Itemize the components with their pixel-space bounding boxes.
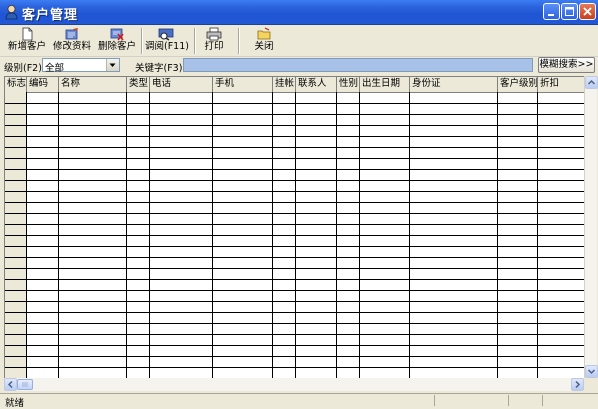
column-header[interactable]: 性别 <box>337 77 360 92</box>
column-header[interactable]: 联系人 <box>296 77 337 92</box>
level-select[interactable]: 全部 <box>42 58 120 74</box>
lookup-button[interactable]: 调阅(F11) <box>145 26 189 55</box>
table-row <box>5 312 584 313</box>
table-row <box>5 213 584 214</box>
close-window-button[interactable] <box>579 3 596 20</box>
chevron-left-icon <box>7 380 13 389</box>
scroll-down-button[interactable] <box>585 365 598 378</box>
table-row <box>5 147 584 148</box>
table-row <box>5 114 584 115</box>
close-label: 关闭 <box>254 41 274 52</box>
edit-icon <box>65 28 78 40</box>
status-bar: 就绪 <box>0 393 598 409</box>
close-icon <box>583 7 592 16</box>
table-row <box>5 125 584 126</box>
print-button[interactable]: 打印 <box>198 26 230 55</box>
new-document-icon <box>22 27 33 41</box>
table-row <box>5 323 584 324</box>
toolbar-separator <box>238 28 240 54</box>
column-header[interactable]: 名称 <box>59 77 127 92</box>
table-row <box>5 103 584 104</box>
column-header[interactable]: 标志 <box>5 77 27 92</box>
dropdown-arrow[interactable] <box>106 59 119 71</box>
user-icon <box>5 5 18 20</box>
table-row <box>5 268 584 269</box>
delete-customer-button[interactable]: 删除客户 <box>96 26 138 55</box>
scroll-left-button[interactable] <box>4 378 17 391</box>
chevron-down-icon <box>587 369 596 375</box>
customer-table[interactable]: 标志 编码 名称 类型 电话 手机 挂帐 联系人 性别 出生日期 身份证 客户级别 折扣 <box>4 76 584 378</box>
table-row <box>5 356 584 357</box>
close-button[interactable]: 关闭 <box>248 26 280 55</box>
lookup-label: 调阅(F11) <box>145 41 189 52</box>
delete-icon <box>110 28 124 41</box>
vertical-scrollbar[interactable] <box>584 76 598 378</box>
scrollbar-corner <box>584 378 597 391</box>
keyword-label: 关键字(F3) <box>135 63 183 74</box>
chevron-down-icon <box>109 63 116 67</box>
keyword-input[interactable] <box>183 58 533 72</box>
table-row <box>5 158 584 159</box>
table-row <box>5 136 584 137</box>
window-title: 客户管理 <box>22 8 79 23</box>
printer-icon <box>206 27 222 41</box>
table-row <box>5 257 584 258</box>
table-row <box>5 191 584 192</box>
lookup-icon <box>158 28 174 41</box>
chevron-up-icon <box>587 79 596 85</box>
delete-customer-label: 删除客户 <box>97 41 136 52</box>
level-select-value: 全部 <box>45 63 65 74</box>
scroll-thumb[interactable] <box>17 379 33 390</box>
column-header[interactable]: 折扣 <box>538 77 584 92</box>
column-header[interactable]: 挂帐 <box>273 77 296 92</box>
table-row <box>5 345 584 346</box>
level-label: 级别(F2) <box>4 63 42 74</box>
table-row <box>5 301 584 302</box>
column-header[interactable]: 身份证 <box>410 77 498 92</box>
table-row <box>5 334 584 335</box>
column-header[interactable]: 出生日期 <box>360 77 410 92</box>
minimize-button[interactable] <box>543 3 560 20</box>
table-row <box>5 235 584 236</box>
title-bar: 客户管理 <box>0 0 598 25</box>
table-row <box>5 224 584 225</box>
status-text: 就绪 <box>5 398 25 409</box>
maximize-icon <box>565 7 574 16</box>
table-row <box>5 367 584 368</box>
table-row <box>5 180 584 181</box>
maximize-button[interactable] <box>561 3 578 20</box>
table-row <box>5 202 584 203</box>
table-row <box>5 290 584 291</box>
edit-customer-label: 修改资料 <box>52 41 91 52</box>
status-panel <box>542 395 543 406</box>
column-header[interactable]: 编码 <box>27 77 59 92</box>
add-customer-label: 新增客户 <box>7 41 46 52</box>
table-header: 标志 编码 名称 类型 电话 手机 挂帐 联系人 性别 出生日期 身份证 客户级别 折扣 <box>5 77 584 93</box>
table-row <box>5 169 584 170</box>
add-customer-button[interactable]: 新增客户 <box>6 26 48 55</box>
table-row <box>5 279 584 280</box>
toolbar: 新增客户 修改资料 删除客户 调阅(F11) 打印 关闭 <box>0 25 598 57</box>
toolbar-separator <box>141 28 143 54</box>
status-panel <box>508 395 509 406</box>
scroll-right-button[interactable] <box>571 378 584 391</box>
table-row <box>5 246 584 247</box>
chevron-right-icon <box>575 380 581 389</box>
column-header[interactable]: 电话 <box>150 77 213 92</box>
status-panel <box>434 395 435 406</box>
close-folder-icon <box>257 27 271 40</box>
filter-bar: 级别(F2) 全部 关键字(F3) 模糊搜索>> <box>0 57 598 74</box>
grip-icon <box>22 382 28 387</box>
print-label: 打印 <box>204 41 224 52</box>
minimize-icon <box>548 14 554 16</box>
scroll-up-button[interactable] <box>585 76 598 89</box>
fuzzy-search-button[interactable]: 模糊搜索>> <box>538 57 595 73</box>
column-header[interactable]: 客户级别 <box>498 77 538 92</box>
column-header[interactable]: 手机 <box>213 77 273 92</box>
horizontal-scrollbar[interactable] <box>4 378 584 391</box>
column-header[interactable]: 类型 <box>127 77 150 92</box>
toolbar-separator <box>194 28 196 54</box>
edit-customer-button[interactable]: 修改资料 <box>51 26 93 55</box>
